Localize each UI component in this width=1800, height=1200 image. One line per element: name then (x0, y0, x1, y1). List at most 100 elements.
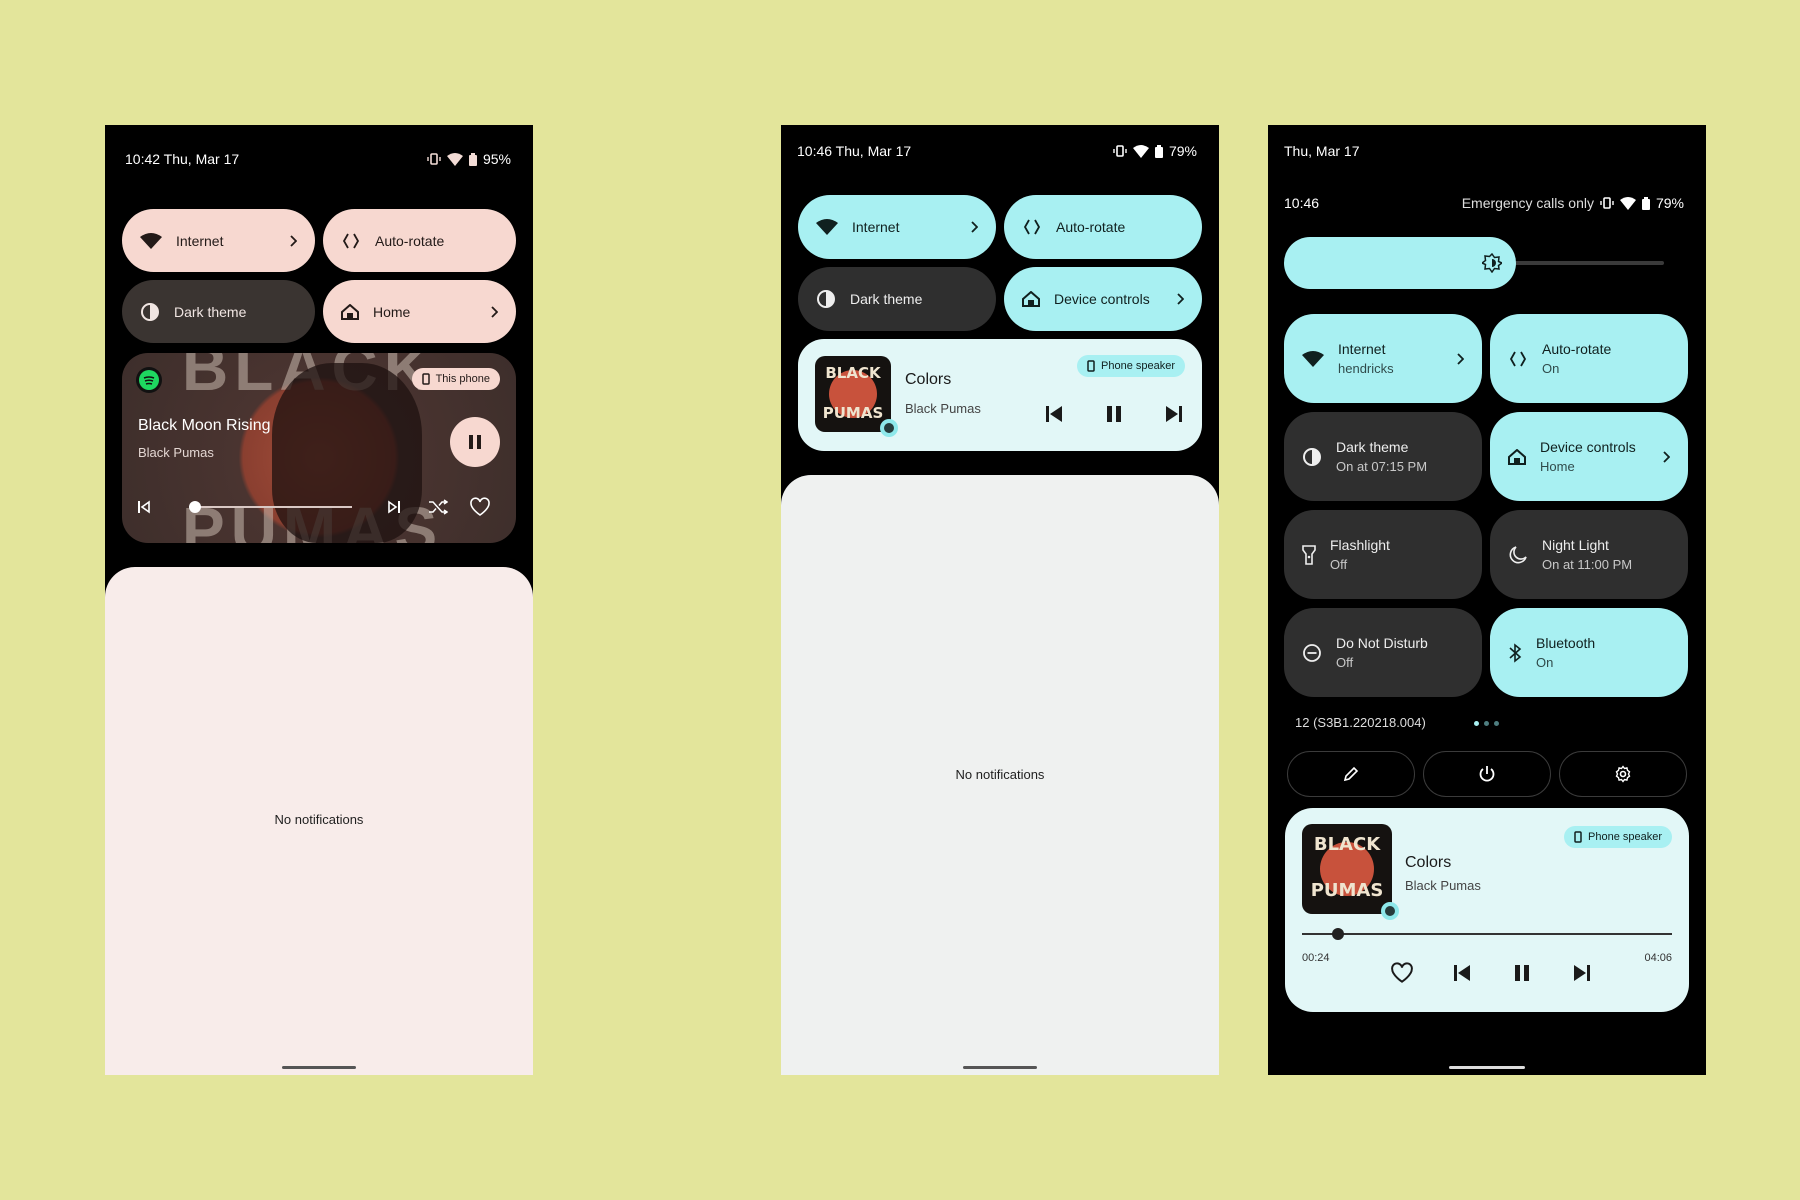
home-indicator[interactable] (963, 1066, 1037, 1069)
previous-button[interactable] (1043, 403, 1065, 425)
tile-dark-theme[interactable]: Dark theme (122, 280, 315, 343)
pause-button[interactable] (450, 417, 500, 467)
media-player-card[interactable]: BLACK PUMAS Colors Black Pumas Phone spe… (1285, 808, 1689, 1012)
wifi-icon (1132, 144, 1149, 158)
seek-bar[interactable] (1302, 933, 1672, 935)
tile-internet[interactable]: Internet hendricks (1284, 314, 1482, 403)
page-indicator[interactable] (1474, 721, 1499, 726)
no-notifications-text: No notifications (274, 812, 364, 827)
tile-internet[interactable]: Internet (122, 209, 315, 272)
edit-icon (1343, 766, 1359, 782)
shuffle-button[interactable] (426, 495, 450, 519)
pause-icon (468, 434, 482, 450)
output-chip[interactable]: This phone (411, 368, 500, 390)
tile-flashlight[interactable]: Flashlight Off (1284, 510, 1482, 599)
total-duration: 04:06 (1644, 952, 1672, 964)
tile-label: Do Not Disturb (1336, 634, 1428, 651)
next-button[interactable] (1163, 403, 1185, 425)
spotify-icon (1381, 902, 1399, 920)
track-title: Black Moon Rising (138, 417, 271, 434)
tile-text: Night Light On at 11:00 PM (1542, 536, 1688, 574)
tile-night-light[interactable]: Night Light On at 11:00 PM (1490, 510, 1688, 599)
next-button[interactable] (1569, 960, 1595, 986)
tile-auto-rotate[interactable]: Auto-rotate On (1490, 314, 1688, 403)
contrast-icon (1302, 447, 1322, 467)
pause-icon (1107, 405, 1121, 423)
tile-label: Internet (852, 219, 900, 235)
tile-home[interactable]: Home (323, 280, 516, 343)
edit-button[interactable] (1287, 751, 1415, 797)
home-indicator[interactable] (1449, 1066, 1525, 1069)
track-title: Colors (1405, 854, 1452, 871)
heart-icon (1390, 962, 1414, 984)
tile-text: Bluetooth On (1536, 634, 1688, 672)
previous-button[interactable] (134, 497, 154, 517)
notification-shade: No notifications (781, 475, 1219, 1075)
settings-button[interactable] (1559, 751, 1687, 797)
tile-subtitle: hendricks (1338, 360, 1394, 376)
tile-auto-rotate[interactable]: Auto-rotate (323, 209, 516, 272)
power-button[interactable] (1423, 751, 1551, 797)
tile-do-not-disturb[interactable]: Do Not Disturb Off (1284, 608, 1482, 697)
wifi-icon (816, 219, 838, 235)
battery-icon (1154, 144, 1163, 158)
no-notifications-text: No notifications (955, 767, 1045, 782)
spotify-icon (880, 419, 898, 437)
brightness-slider[interactable] (1284, 237, 1664, 289)
vibrate-icon (1600, 197, 1614, 209)
tile-auto-rotate[interactable]: Auto-rotate (1004, 195, 1202, 259)
vibrate-icon (427, 153, 441, 165)
home-icon (341, 303, 359, 320)
media-player-card[interactable]: BLACK PUMAS Colors Black Pumas Phone spe… (798, 339, 1202, 451)
seek-thumb[interactable] (1332, 928, 1345, 940)
tile-bluetooth[interactable]: Bluetooth On (1490, 608, 1688, 697)
tile-internet[interactable]: Internet (798, 195, 996, 259)
next-button[interactable] (384, 497, 404, 517)
tile-text: Dark theme On at 07:15 PM (1336, 438, 1482, 476)
chevron-right-icon (1456, 352, 1464, 365)
battery-percent: 79% (1168, 143, 1197, 159)
media-player-card[interactable]: BLACK PUMAS This phone Black Moon Rising… (122, 353, 516, 543)
pause-icon (1515, 964, 1529, 982)
elapsed-time: 00:24 (1302, 952, 1330, 964)
status-time-date: 10:46 Thu, Mar 17 (797, 143, 912, 159)
wifi-icon (140, 232, 162, 249)
tile-device-controls[interactable]: Device controls Home (1490, 412, 1688, 501)
moon-icon (1508, 545, 1528, 565)
favorite-button[interactable] (468, 495, 492, 519)
tile-label: Dark theme (174, 303, 247, 320)
page-dot (1484, 721, 1489, 726)
tile-label: Auto-rotate (375, 232, 445, 249)
page-dot (1474, 721, 1479, 726)
home-indicator[interactable] (282, 1066, 356, 1069)
battery-icon (1641, 196, 1650, 210)
album-art: BLACK PUMAS (815, 356, 891, 432)
tile-subtitle: Off (1330, 556, 1348, 572)
output-chip[interactable]: Phone speaker (1564, 826, 1672, 848)
output-chip-label: Phone speaker (1588, 831, 1662, 843)
phone-icon (1574, 831, 1582, 843)
status-bar: 10:46 Emergency calls only 79% (1284, 195, 1684, 211)
favorite-button[interactable] (1389, 960, 1415, 986)
tile-subtitle: On (1542, 360, 1560, 376)
battery-percent: 79% (1655, 195, 1684, 211)
seek-bar[interactable] (192, 506, 352, 508)
tile-dark-theme[interactable]: Dark theme (798, 267, 996, 331)
previous-button[interactable] (1449, 960, 1475, 986)
bluetooth-icon (1508, 642, 1522, 663)
battery-percent: 95% (482, 151, 511, 167)
pause-button[interactable] (1103, 403, 1125, 425)
output-chip[interactable]: Phone speaker (1077, 355, 1185, 377)
spotify-icon (136, 367, 162, 393)
tile-label: Auto-rotate (1056, 219, 1126, 235)
tile-text: Device controls Home (1540, 438, 1662, 476)
tile-dark-theme[interactable]: Dark theme On at 07:15 PM (1284, 412, 1482, 501)
album-art-text-top: BLACK (825, 364, 881, 382)
pause-button[interactable] (1509, 960, 1535, 986)
brightness-fill[interactable] (1284, 237, 1517, 289)
phone-screen-1: 10:42 Thu, Mar 17 95% Internet Auto-rota… (105, 125, 533, 1075)
home-icon (1022, 291, 1040, 307)
power-icon (1478, 765, 1496, 783)
phone-screen-2: 10:46 Thu, Mar 17 79% Internet Auto-rota… (781, 125, 1219, 1075)
tile-device-controls[interactable]: Device controls (1004, 267, 1202, 331)
